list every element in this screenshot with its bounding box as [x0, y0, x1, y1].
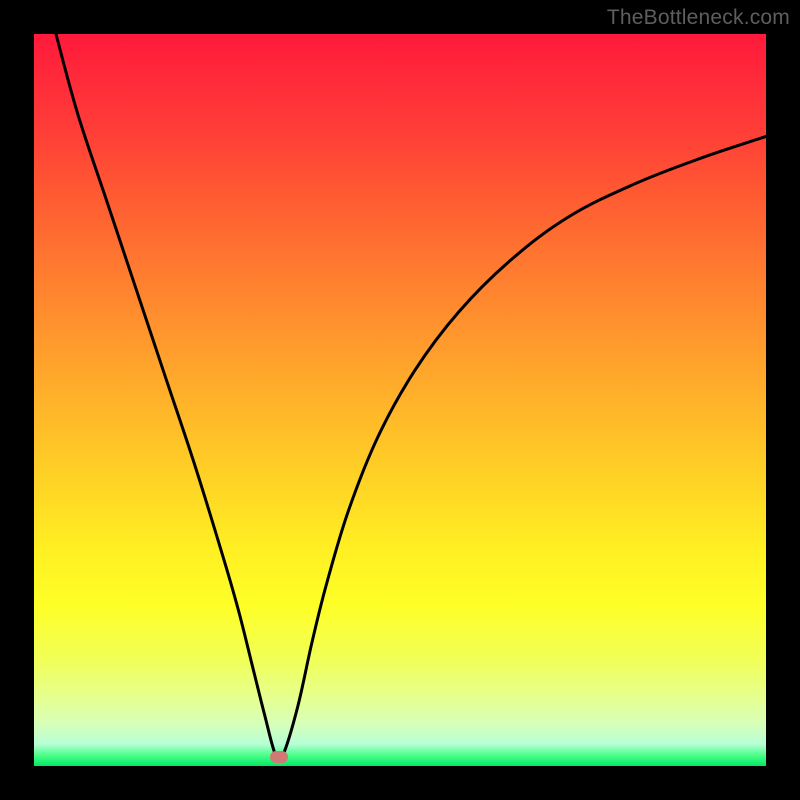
- curve-svg: [34, 34, 766, 766]
- bottleneck-curve: [56, 34, 766, 761]
- watermark-text: TheBottleneck.com: [607, 6, 790, 30]
- plot-area: [34, 34, 766, 766]
- chart-frame: TheBottleneck.com: [0, 0, 800, 800]
- optimum-marker: [270, 751, 288, 763]
